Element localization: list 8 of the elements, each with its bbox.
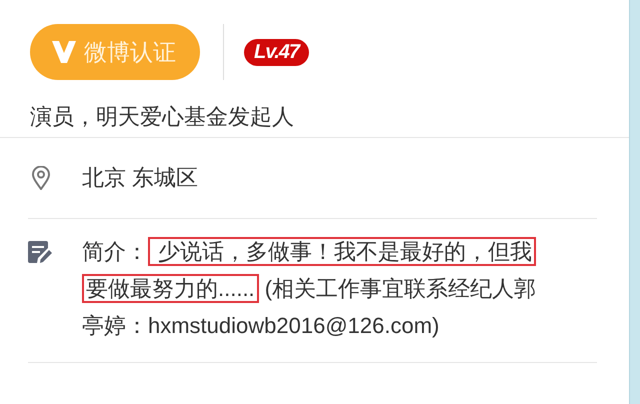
level-badge: Lv.47 (244, 38, 310, 66)
verified-badge[interactable]: 微博认证 (30, 24, 200, 80)
edit-note-icon (28, 241, 52, 263)
bio-text: 简介： 少说话，多做事！我不是最好的，但我要做最努力的...... (相关工作事宜联系经纪人郭亭婷：hxmstudiowb2016@126.com) (82, 236, 538, 340)
verified-icon (52, 41, 76, 63)
location-text: 北京 东城区 (82, 164, 198, 192)
profile-title: 演员，明天爱心基金发起人 (30, 103, 295, 131)
location-pin-icon (32, 166, 50, 190)
